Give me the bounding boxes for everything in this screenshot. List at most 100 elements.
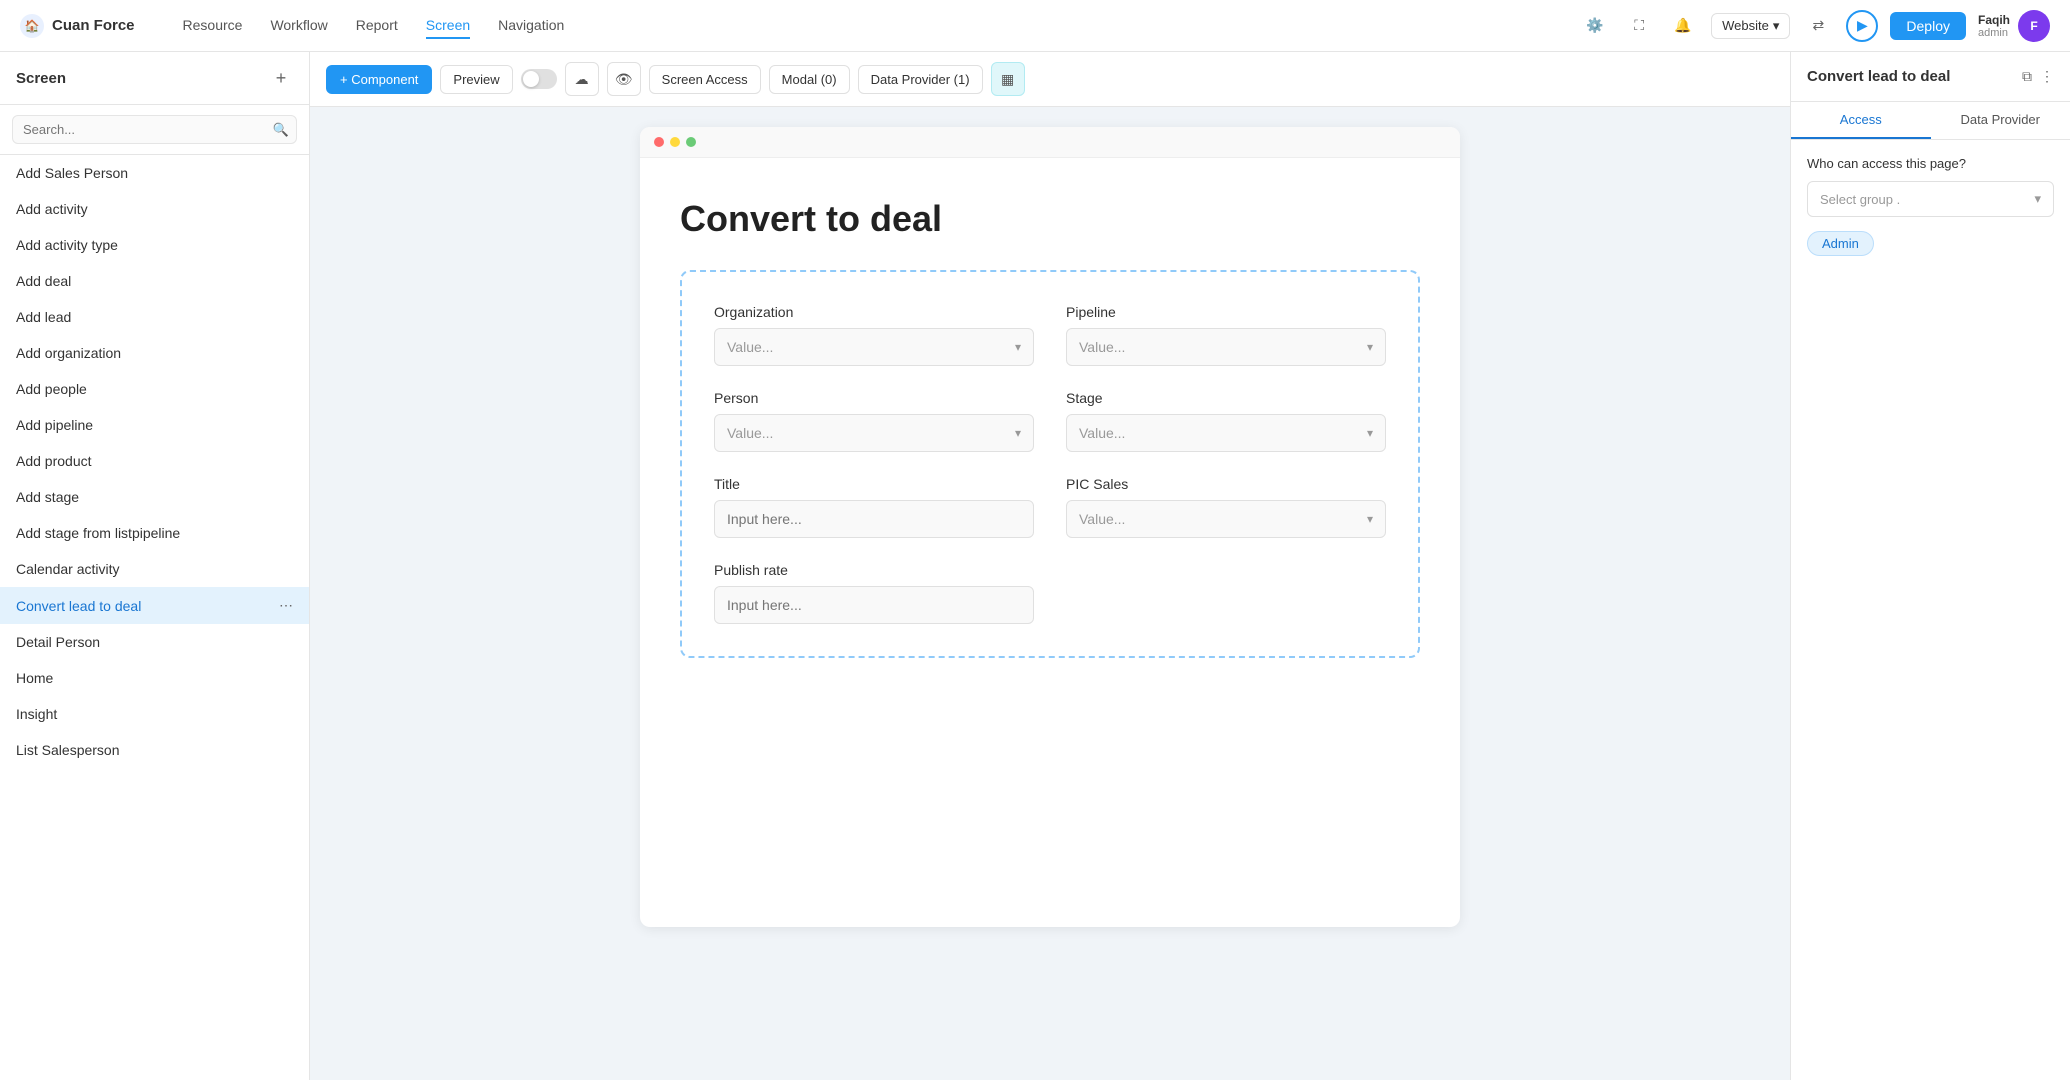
- grid-icon[interactable]: ▦: [991, 62, 1025, 96]
- close-dot: [654, 137, 664, 147]
- preview-toggle[interactable]: [521, 69, 557, 89]
- nav-screen[interactable]: Screen: [426, 13, 470, 39]
- right-panel-header: Convert lead to deal ⧉ ⋮: [1791, 52, 2070, 102]
- nav-report[interactable]: Report: [356, 13, 398, 39]
- bell-icon[interactable]: 🔔: [1667, 10, 1699, 42]
- chevron-down-icon: ▾: [1367, 512, 1373, 526]
- tab-access[interactable]: Access: [1791, 102, 1931, 139]
- canvas-content: Convert to deal Organization Value... ▾: [640, 158, 1460, 698]
- person-value: Value...: [727, 425, 773, 441]
- form-card: Organization Value... ▾ Pipeline V: [680, 270, 1420, 658]
- sidebar-item-label: Add pipeline: [16, 417, 93, 433]
- sidebar-item-add-product[interactable]: Add product: [0, 443, 309, 479]
- form-label-title: Title: [714, 476, 1034, 492]
- data-provider-button[interactable]: Data Provider (1): [858, 65, 983, 94]
- fullscreen-icon[interactable]: ⛶: [1623, 10, 1655, 42]
- settings-icon[interactable]: ⚙️: [1579, 10, 1611, 42]
- form-label-pic-sales: PIC Sales: [1066, 476, 1386, 492]
- pipeline-select[interactable]: Value... ▾: [1066, 328, 1386, 366]
- sidebar-item-add-lead[interactable]: Add lead: [0, 299, 309, 335]
- stage-value: Value...: [1079, 425, 1125, 441]
- sidebar-item-label: Add deal: [16, 273, 71, 289]
- maximize-dot: [686, 137, 696, 147]
- center-area: + Component Preview ☁ 👁 Screen Access Mo…: [310, 52, 1790, 1080]
- form-grid: Organization Value... ▾ Pipeline V: [714, 304, 1386, 624]
- sidebar-item-label: Add activity type: [16, 237, 118, 253]
- person-select[interactable]: Value... ▾: [714, 414, 1034, 452]
- add-component-button[interactable]: + Component: [326, 65, 432, 94]
- main-layout: Screen + 🔍 Add Sales Person Add activity…: [0, 52, 2070, 1080]
- user-role: admin: [1978, 27, 2010, 39]
- left-sidebar: Screen + 🔍 Add Sales Person Add activity…: [0, 52, 310, 1080]
- right-panel-title: Convert lead to deal: [1807, 68, 1950, 85]
- sidebar-item-add-pipeline[interactable]: Add pipeline: [0, 407, 309, 443]
- sidebar-item-label: Calendar activity: [16, 561, 120, 577]
- search-input[interactable]: [12, 115, 297, 144]
- sidebar-item-label: Insight: [16, 706, 57, 722]
- sidebar-item-label: Add people: [16, 381, 87, 397]
- avatar: F: [2018, 10, 2050, 42]
- sidebar-item-list-salesperson[interactable]: List Salesperson: [0, 732, 309, 768]
- more-options-icon[interactable]: ⋮: [2040, 68, 2054, 85]
- nav-navigation[interactable]: Navigation: [498, 13, 564, 39]
- sidebar-item-calendar-activity[interactable]: Calendar activity: [0, 551, 309, 587]
- form-label-pipeline: Pipeline: [1066, 304, 1386, 320]
- nav-links: Resource Workflow Report Screen Navigati…: [183, 13, 1564, 39]
- page-title: Convert to deal: [680, 198, 1420, 240]
- nav-workflow[interactable]: Workflow: [270, 13, 327, 39]
- app-name: Cuan Force: [52, 17, 135, 34]
- sidebar-item-add-activity[interactable]: Add activity: [0, 191, 309, 227]
- sidebar-item-convert-lead-to-deal[interactable]: Convert lead to deal ⋯: [0, 587, 309, 624]
- modal-button[interactable]: Modal (0): [769, 65, 850, 94]
- sidebar-item-label: Add lead: [16, 309, 71, 325]
- tab-data-provider[interactable]: Data Provider: [1931, 102, 2070, 139]
- chevron-down-icon: ▾: [2034, 191, 2041, 207]
- chevron-down-icon: ▾: [1015, 426, 1021, 440]
- admin-badge[interactable]: Admin: [1807, 231, 1874, 256]
- play-button[interactable]: ▶: [1846, 10, 1878, 42]
- sidebar-item-label: Add organization: [16, 345, 121, 361]
- eye-icon[interactable]: 👁: [607, 62, 641, 96]
- form-label-publish-rate: Publish rate: [714, 562, 1034, 578]
- website-selector[interactable]: Website ▾: [1711, 13, 1790, 39]
- top-nav: 🏠 Cuan Force Resource Workflow Report Sc…: [0, 0, 2070, 52]
- add-screen-button[interactable]: +: [269, 66, 293, 90]
- sidebar-item-label: Add stage from listpipeline: [16, 525, 180, 541]
- sidebar-item-label: Convert lead to deal: [16, 598, 141, 614]
- sidebar-header: Screen +: [0, 52, 309, 105]
- right-panel-body: Who can access this page? Select group .…: [1791, 140, 2070, 272]
- nav-resource[interactable]: Resource: [183, 13, 243, 39]
- sidebar-item-add-stage[interactable]: Add stage: [0, 479, 309, 515]
- select-group-dropdown[interactable]: Select group . ▾: [1807, 181, 2054, 217]
- pic-sales-select[interactable]: Value... ▾: [1066, 500, 1386, 538]
- sidebar-item-add-deal[interactable]: Add deal: [0, 263, 309, 299]
- organization-select[interactable]: Value... ▾: [714, 328, 1034, 366]
- sidebar-item-add-stage-from-listpipeline[interactable]: Add stage from listpipeline: [0, 515, 309, 551]
- sidebar-item-add-sales-person[interactable]: Add Sales Person: [0, 155, 309, 191]
- search-icon: 🔍: [273, 122, 289, 138]
- publish-rate-input[interactable]: [714, 586, 1034, 624]
- screen-access-button[interactable]: Screen Access: [649, 65, 761, 94]
- copy-icon[interactable]: ⧉: [2022, 68, 2032, 85]
- sidebar-item-add-organization[interactable]: Add organization: [0, 335, 309, 371]
- form-group-title: Title: [714, 476, 1034, 538]
- preview-button[interactable]: Preview: [440, 65, 512, 94]
- organization-value: Value...: [727, 339, 773, 355]
- sidebar-item-label: Add stage: [16, 489, 79, 505]
- home-icon: 🏠: [20, 14, 44, 38]
- stage-select[interactable]: Value... ▾: [1066, 414, 1386, 452]
- right-actions: ⚙️ ⛶ 🔔 Website ▾ ⇄ ▶ Deploy Faqih admin …: [1579, 10, 2050, 42]
- sidebar-item-add-activity-type[interactable]: Add activity type: [0, 227, 309, 263]
- dots-menu-icon[interactable]: ⋯: [279, 597, 293, 614]
- sidebar-item-insight[interactable]: Insight: [0, 696, 309, 732]
- cloud-icon[interactable]: ☁: [565, 62, 599, 96]
- swap-icon[interactable]: ⇄: [1802, 10, 1834, 42]
- sidebar-item-add-people[interactable]: Add people: [0, 371, 309, 407]
- title-input[interactable]: [714, 500, 1034, 538]
- deploy-button[interactable]: Deploy: [1890, 12, 1966, 40]
- sidebar-search-area: 🔍: [0, 105, 309, 155]
- sidebar-item-detail-person[interactable]: Detail Person: [0, 624, 309, 660]
- access-label: Who can access this page?: [1807, 156, 2054, 171]
- sidebar-item-home[interactable]: Home: [0, 660, 309, 696]
- select-group-placeholder: Select group .: [1820, 192, 1900, 207]
